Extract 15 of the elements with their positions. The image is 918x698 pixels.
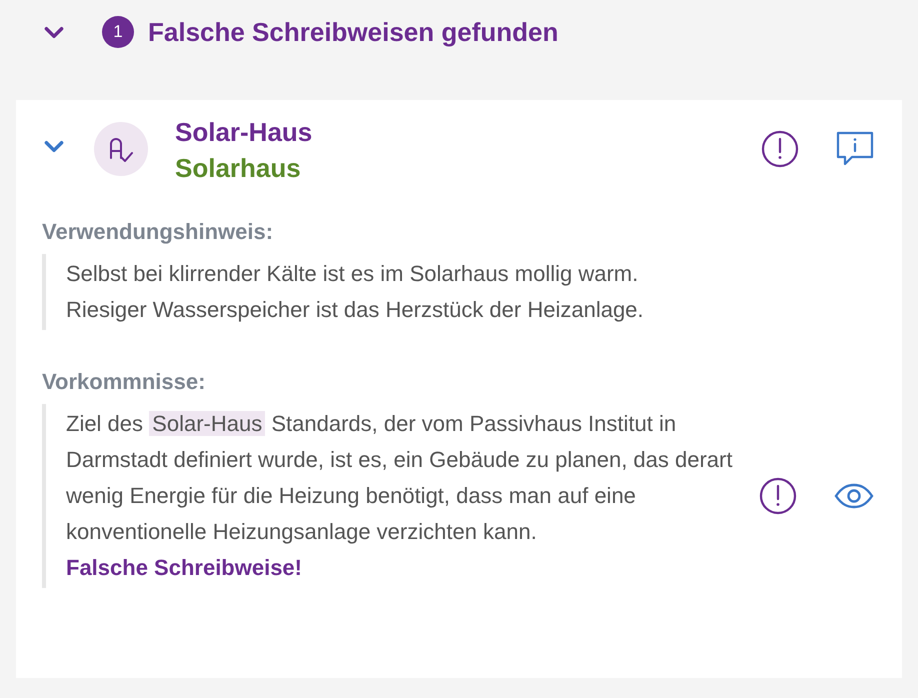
term-title: Solar-Haus bbox=[175, 116, 312, 149]
count-badge: 1 bbox=[102, 16, 134, 48]
usage-label: Verwendungshinweis: bbox=[42, 218, 274, 246]
alert-icon[interactable] bbox=[759, 477, 797, 515]
spell-check-icon bbox=[94, 122, 148, 176]
group-title: Falsche Schreibweisen gefunden bbox=[148, 16, 558, 48]
usage-example: Riesiger Wasserspeicher ist das Herzstück der Heizanlage. bbox=[66, 296, 645, 324]
verdict-text: Falsche Schreibweise! bbox=[66, 554, 303, 582]
eye-icon[interactable] bbox=[834, 483, 874, 509]
alert-icon[interactable] bbox=[761, 130, 799, 168]
usage-example: Selbst bei klirrender Kälte ist es im Solarhaus mollig warm. bbox=[66, 260, 640, 288]
occurrence-text: Ziel des Solar-Haus Standards, der vom Passivhaus Institut in Darmstadt definiert wurde, ist es, ein Gebäude zu planen, das derart wenig Energie für die Heizung benötigt, dass man auf eine konventionelle Heizungsanlage verzichten kann. bbox=[66, 410, 734, 546]
suggestion-text: Solarhaus bbox=[175, 152, 302, 185]
info-bubble-icon[interactable] bbox=[836, 131, 874, 167]
occurrences-label: Vorkommnisse: bbox=[42, 368, 206, 396]
